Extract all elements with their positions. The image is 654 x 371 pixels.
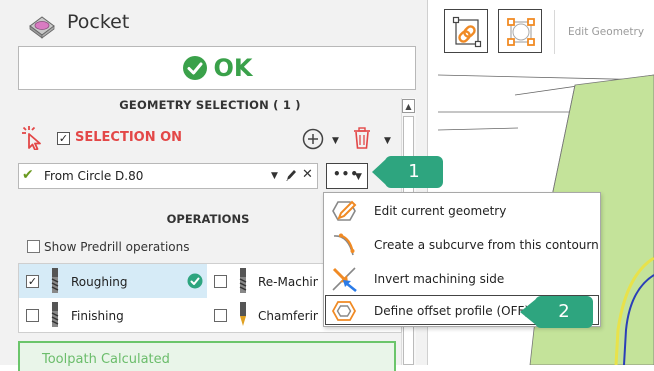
pencil-icon[interactable]: [285, 168, 297, 182]
geometry-field-value: From Circle D.80: [44, 169, 144, 183]
callout-2-pointer: [520, 299, 536, 325]
nodes-geometry-button[interactable]: [498, 9, 542, 53]
check-circle-icon: [182, 56, 207, 80]
geometry-valid-check-icon: ✔: [22, 167, 34, 183]
panel-title: Pocket: [67, 11, 130, 33]
selection-cursor-icon[interactable]: [20, 124, 46, 150]
link-geometry-button[interactable]: [444, 9, 488, 53]
selection-on-label: SELECTION ON: [75, 130, 183, 145]
add-dropdown-caret-icon[interactable]: ▼: [332, 136, 339, 146]
calculated-check-circle-icon: [187, 273, 203, 289]
operation-roughing-label: Roughing: [71, 275, 128, 289]
edit-geometry-icon: [332, 200, 357, 221]
subcurve-icon: [333, 233, 355, 256]
pocket-icon: [29, 16, 55, 39]
operation-finishing-label: Finishing: [71, 309, 124, 323]
geometry-selection-heading: GEOMETRY SELECTION ( 1 ): [119, 98, 301, 112]
end-mill-tool-icon: [239, 268, 247, 293]
callout-2: 2: [535, 296, 593, 328]
operation-finishing-checkbox[interactable]: [26, 309, 39, 322]
more-options-caret-icon[interactable]: ▼: [355, 172, 362, 182]
selection-on-checkbox[interactable]: ✓: [57, 132, 70, 145]
operation-chamfering-checkbox[interactable]: [214, 309, 227, 322]
offset-profile-icon: [331, 301, 357, 321]
end-mill-tool-icon: [51, 268, 59, 293]
show-predrill-checkbox[interactable]: [27, 240, 40, 253]
invert-side-icon: [332, 267, 357, 293]
menu-item-offset-profile-label: Define offset profile (OFF): [374, 304, 530, 318]
trash-dropdown-caret-icon[interactable]: ▼: [384, 136, 391, 146]
menu-item-subcurve-label: Create a subcurve from this contourn: [374, 238, 599, 252]
menu-item-invert-side-label: Invert machining side: [374, 272, 505, 286]
link-icon: [452, 16, 482, 48]
toolbar-separator: [554, 10, 555, 54]
add-circle-icon[interactable]: [302, 128, 324, 150]
nodes-icon: [507, 18, 535, 46]
operation-roughing-checkbox[interactable]: ✓: [26, 275, 39, 288]
clear-geometry-close-icon[interactable]: ✕: [302, 167, 313, 182]
edit-geometry-label: Edit Geometry: [568, 26, 645, 38]
chamfer-tool-icon: [240, 302, 246, 326]
show-predrill-label: Show Predrill operations: [44, 240, 190, 254]
end-mill-tool-icon: [51, 302, 59, 327]
scroll-up-arrow-icon[interactable]: ▲: [402, 99, 415, 113]
ok-button-label: OK: [213, 54, 253, 82]
ok-button[interactable]: OK: [18, 46, 416, 90]
operation-remachining-checkbox[interactable]: [214, 275, 227, 288]
callout-1-pointer: [372, 159, 386, 185]
callout-1: 1: [385, 156, 443, 188]
menu-item-edit-geometry-label: Edit current geometry: [374, 204, 507, 218]
geometry-dropdown-caret-icon[interactable]: ▼: [271, 171, 278, 181]
trash-icon[interactable]: [351, 126, 373, 150]
operation-chamfering-label: Chamfering: [258, 309, 318, 323]
operation-remachining-label: Re-Machinin: [258, 275, 318, 289]
